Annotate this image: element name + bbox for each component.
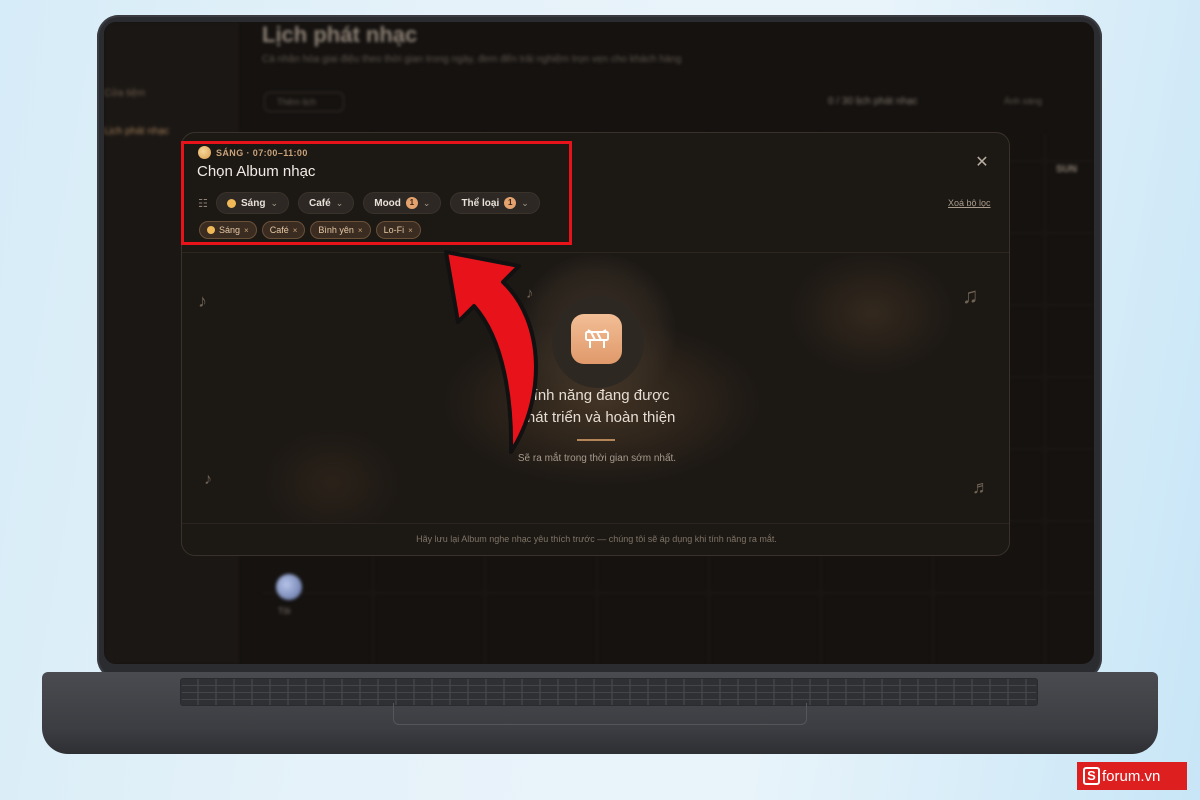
bg-right-label: Ánh sáng — [1004, 96, 1043, 106]
footer-divider — [182, 523, 1009, 524]
highlight-box — [181, 141, 572, 245]
watermark: S forum.vn — [1077, 762, 1187, 790]
bg-page-title: Lịch phát nhạc — [262, 22, 418, 47]
watermark-logo: S — [1083, 767, 1100, 785]
feature-title-line: phát triển và hoàn thiện — [518, 409, 676, 426]
bg-add-schedule-button[interactable]: Thêm lịch — [264, 92, 344, 112]
music-notes-icon: ♬ — [972, 477, 990, 497]
bg-sidebar-item[interactable]: Cửa tiệm — [104, 88, 145, 99]
laptop-screen: Cửa tiệm Lịch phát nhạc Lịch phát nhạc C… — [104, 22, 1094, 664]
clear-filters-link[interactable]: Xoá bộ lọc — [948, 198, 991, 208]
feature-subtitle: Sẽ ra mắt trong thời gian sớm nhất. — [517, 453, 677, 464]
keyboard-row — [182, 692, 1036, 693]
music-note-icon: ♪ — [198, 291, 207, 311]
footer-note: Hãy lưu lại Album nghe nhạc yêu thích tr… — [416, 534, 777, 544]
watermark-text: forum.vn — [1102, 767, 1161, 785]
avatar[interactable] — [276, 574, 302, 600]
keyboard-row — [182, 685, 1036, 686]
music-notes-icon: ♫ — [962, 283, 979, 308]
under-construction-icon — [571, 314, 622, 364]
bg-schedule-count: 0 / 30 lịch phát nhạc — [828, 96, 918, 107]
avatar-label: Tôi — [278, 606, 291, 616]
bg-sidebar-item-active[interactable]: Lịch phát nhạc — [104, 126, 169, 137]
bg-page-subtitle: Cá nhân hóa giai điệu theo thời gian tro… — [262, 54, 682, 65]
keyboard-row — [182, 699, 1036, 700]
music-note-icon: ♪ — [204, 471, 212, 488]
feature-title: Tính năng đang được phát triển và hoàn t… — [432, 385, 762, 429]
bg-column-head: SUN — [1056, 164, 1078, 175]
laptop-trackpad — [393, 703, 807, 725]
feature-title-line: Tính năng đang được — [524, 387, 670, 404]
close-icon[interactable]: ✕ — [974, 155, 990, 171]
feature-divider — [577, 439, 615, 441]
